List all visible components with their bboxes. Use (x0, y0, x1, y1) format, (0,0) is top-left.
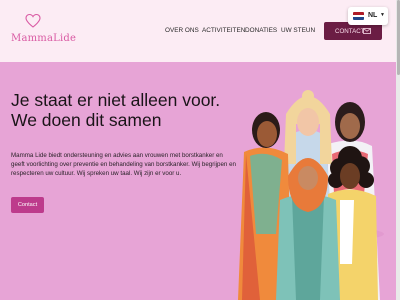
hero-title: Je staat er niet alleen voor. We doen di… (11, 90, 220, 130)
mail-icon (363, 28, 371, 34)
heart-icon (25, 13, 41, 28)
nav-item-activiteiten[interactable]: ACTIVITEITEN (202, 27, 245, 34)
hero-contact-button[interactable]: Contact (11, 197, 44, 213)
scrollbar[interactable] (396, 0, 400, 300)
netherlands-flag-icon (353, 12, 364, 20)
hero-title-line-2: We doen dit samen (11, 110, 162, 130)
logo-text: MammaLide (11, 33, 77, 44)
language-code: NL (368, 11, 378, 19)
hero-description: Mamma Lide biedt ondersteuning en advies… (11, 152, 236, 177)
contact-button-label: CONTACT (335, 28, 365, 35)
nav-item-donaties[interactable]: DONATIES (245, 27, 277, 34)
language-switcher[interactable]: NL ▼ (348, 7, 388, 25)
women-group-illustration (238, 90, 384, 300)
nav-item-uw-steun[interactable]: UW STEUN (281, 27, 315, 34)
hero-title-line-1: Je staat er niet alleen voor. (11, 90, 221, 110)
site-header: MammaLide OVER ONS ACTIVITEITEN DONATIES… (0, 0, 400, 62)
logo[interactable]: MammaLide (11, 13, 76, 47)
chevron-down-icon: ▼ (380, 12, 385, 18)
nav-item-over-ons[interactable]: OVER ONS (165, 27, 199, 34)
scrollbar-thumb[interactable] (396, 0, 400, 75)
